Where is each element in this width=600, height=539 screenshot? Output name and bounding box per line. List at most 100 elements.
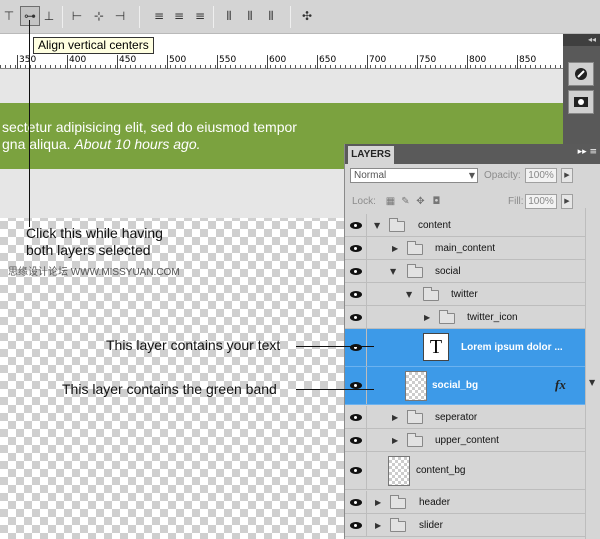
visibility-toggle[interactable] — [345, 306, 367, 328]
visibility-toggle[interactable] — [345, 406, 367, 428]
text-layer-icon: T — [423, 333, 449, 361]
layer-row-main-content[interactable]: ▶ main_content — [345, 237, 585, 260]
distribute-bottom-edges-icon[interactable]: ≡ — [193, 8, 207, 24]
toolbar-separator — [139, 6, 140, 28]
visibility-toggle[interactable] — [345, 514, 367, 536]
ruler-label: 600 — [269, 55, 287, 65]
visibility-toggle[interactable] — [345, 452, 367, 489]
fx-icon[interactable]: fx — [555, 377, 566, 393]
expand-right-icon[interactable]: ▶ — [392, 413, 398, 422]
expand-down-icon[interactable]: ▼ — [374, 221, 380, 230]
layer-row-seperator[interactable]: ▶ seperator — [345, 406, 585, 429]
layer-name: twitter_icon — [467, 312, 518, 323]
band-time: About 10 hours ago. — [74, 136, 201, 152]
eye-icon — [350, 222, 362, 229]
eye-icon — [350, 291, 362, 298]
eye-icon — [350, 437, 362, 444]
visibility-toggle[interactable] — [345, 329, 367, 366]
layer-name: upper_content — [435, 435, 499, 446]
visibility-toggle[interactable] — [345, 491, 367, 513]
fill-arrow-icon[interactable]: ▶ — [561, 194, 573, 209]
options-toolbar: ⊤ ⊶ ⊥ ⊢ ⊹ ⊣ ≡ ≡ ≡ ⫴ ⫴ ⫴ ✣ — [0, 0, 600, 34]
ruler-major-tick — [467, 55, 468, 69]
expand-down-icon[interactable]: ▼ — [390, 267, 396, 276]
layer-row-twitter-icon[interactable]: ▶ twitter_icon — [345, 306, 585, 329]
layer-row-twitter[interactable]: ▼ twitter — [345, 283, 585, 306]
tab-layers[interactable]: LAYERS — [348, 146, 394, 164]
toolbar-separator — [62, 6, 63, 28]
expand-right-icon[interactable]: ▶ — [392, 436, 398, 445]
layer-row-lorem-text[interactable]: T Lorem ipsum dolor ... — [345, 329, 585, 367]
layer-row-upper-content[interactable]: ▶ upper_content — [345, 429, 585, 452]
ruler-label: 800 — [469, 55, 487, 65]
folder-icon — [389, 218, 405, 232]
expand-right-icon[interactable]: ▶ — [375, 498, 381, 507]
band-line-1: sectetur adipisicing elit, sed do eiusmo… — [2, 119, 297, 135]
align-top-edges-icon[interactable]: ⊤ — [2, 8, 16, 24]
opacity-arrow-icon[interactable]: ▶ — [561, 168, 573, 183]
distribute-vertical-centers-icon[interactable]: ≡ — [172, 8, 186, 24]
expand-right-icon[interactable]: ▶ — [375, 521, 381, 530]
panel-menu-icon[interactable]: ▸▸ ≡ — [578, 147, 597, 157]
fill-field[interactable]: 100% — [525, 194, 557, 209]
band-line-2-text: gna aliqua. — [2, 136, 71, 152]
distribute-right-edges-icon[interactable]: ⫴ — [264, 8, 278, 24]
visibility-toggle[interactable] — [345, 367, 367, 404]
text-layer-annotation: This layer contains your text — [106, 337, 281, 353]
lock-all-icon[interactable]: ◘ — [431, 196, 442, 207]
layer-row-social-bg[interactable]: social_bg fx — [345, 367, 585, 405]
layer-row-content-bg[interactable]: content_bg — [345, 452, 585, 490]
brush-icon — [575, 68, 587, 80]
align-left-edges-icon[interactable]: ⊢ — [70, 8, 84, 24]
layer-row-header[interactable]: ▶ header — [345, 491, 585, 514]
ruler-major-tick — [267, 55, 268, 69]
auto-align-icon[interactable]: ✣ — [300, 8, 314, 24]
eye-icon — [350, 522, 362, 529]
distribute-left-edges-icon[interactable]: ⫴ — [222, 8, 236, 24]
ruler-major-tick — [367, 55, 368, 69]
align-horizontal-centers-icon[interactable]: ⊹ — [92, 8, 106, 24]
lock-transparent-pixels-icon[interactable]: ▦ — [385, 196, 396, 207]
layer-name: header — [419, 497, 451, 508]
brush-tool-button[interactable] — [568, 62, 594, 86]
ruler-label: 850 — [519, 55, 537, 65]
layer-row-social[interactable]: ▼ social — [345, 260, 585, 283]
eye-icon — [350, 499, 362, 506]
opacity-label: Opacity: — [484, 170, 521, 181]
distribute-top-edges-icon[interactable]: ≡ — [152, 8, 166, 24]
text-layer-pointer-line — [296, 346, 374, 347]
expand-right-icon[interactable]: ▶ — [392, 244, 398, 253]
visibility-toggle[interactable] — [345, 214, 367, 236]
visibility-toggle[interactable] — [345, 260, 367, 282]
visibility-toggle[interactable] — [345, 283, 367, 305]
camera-icon — [574, 97, 588, 107]
lock-position-icon[interactable]: ✥ — [415, 196, 426, 207]
opacity-field[interactable]: 100% — [525, 168, 557, 183]
blend-mode-select[interactable]: Normal ▼ — [350, 168, 478, 183]
green-layer-pointer-line — [296, 389, 374, 390]
expand-right-icon[interactable]: ▶ — [424, 313, 430, 322]
ruler-major-tick — [67, 55, 68, 69]
lock-image-pixels-icon[interactable]: ✎ — [400, 196, 411, 207]
tools-strip — [563, 34, 600, 144]
expand-down-icon[interactable]: ▼ — [406, 290, 412, 299]
eye-icon — [350, 245, 362, 252]
ruler-major-tick — [117, 55, 118, 69]
folder-icon — [390, 495, 406, 509]
watermark: 思缘设计论坛 WWW.MISSYUAN.COM — [8, 267, 180, 278]
align-vertical-centers-icon[interactable]: ⊶ — [23, 8, 37, 24]
green-layer-annotation: This layer contains the green band — [62, 381, 277, 397]
blend-mode-value: Normal — [354, 170, 387, 181]
visibility-toggle[interactable] — [345, 237, 367, 259]
layers-scrollbar[interactable]: ▼ — [585, 208, 600, 539]
camera-tool-button[interactable] — [568, 90, 594, 114]
tools-collapse-icon[interactable]: ◂◂ — [563, 34, 600, 46]
scroll-arrow-icon[interactable]: ▼ — [589, 378, 595, 387]
layer-row-slider[interactable]: ▶ slider — [345, 514, 585, 537]
layer-row-content[interactable]: ▼ content — [345, 214, 585, 237]
visibility-toggle[interactable] — [345, 429, 367, 451]
distribute-horizontal-centers-icon[interactable]: ⫴ — [243, 8, 257, 24]
align-right-edges-icon[interactable]: ⊣ — [113, 8, 127, 24]
align-bottom-edges-icon[interactable]: ⊥ — [42, 8, 56, 24]
ruler-major-tick — [517, 55, 518, 69]
